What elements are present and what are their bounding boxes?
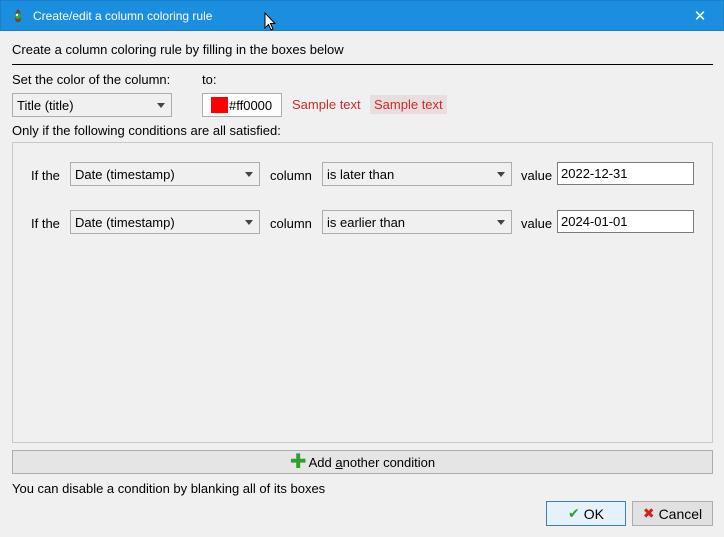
color-picker-button[interactable]: #ff0000	[202, 93, 282, 117]
condition-operator-select[interactable]: is later than	[322, 162, 512, 186]
disable-hint: You can disable a condition by blanking …	[12, 481, 326, 496]
sample-text-plain: Sample text	[292, 97, 361, 112]
to-label: to:	[202, 72, 217, 87]
plus-icon: ✚	[289, 451, 307, 473]
window-title: Create/edit a column coloring rule	[33, 8, 213, 23]
ok-button[interactable]: ✔ OK	[546, 501, 626, 526]
condition-operator-value: is later than	[327, 166, 395, 182]
color-swatch	[211, 97, 228, 113]
column-select[interactable]: Title (title)	[12, 93, 172, 117]
chevron-down-icon	[245, 220, 253, 225]
checkmark-icon: ✔	[568, 505, 580, 521]
condition-column-select[interactable]: Date (timestamp)	[70, 210, 260, 234]
sample-text-highlighted: Sample text	[370, 95, 447, 114]
column-select-value: Title (title)	[17, 97, 74, 113]
condition-value-input[interactable]: 2024-01-01	[557, 210, 694, 233]
dialog-heading: Create a column coloring rule by filling…	[12, 42, 344, 57]
conditions-label: Only if the following conditions are all…	[12, 123, 281, 138]
value-label: value	[521, 216, 553, 231]
condition-column-select[interactable]: Date (timestamp)	[70, 162, 260, 186]
chevron-down-icon	[497, 172, 505, 177]
condition-column-value: Date (timestamp)	[75, 166, 175, 182]
heading-divider	[12, 64, 713, 65]
value-label: value	[521, 168, 553, 183]
chevron-down-icon	[245, 172, 253, 177]
condition-operator-select[interactable]: is earlier than	[322, 210, 512, 234]
condition-column-value: Date (timestamp)	[75, 214, 175, 230]
title-bar: Create/edit a column coloring rule ✕	[0, 0, 724, 31]
conditions-panel: If the Date (timestamp) column is later …	[12, 142, 713, 443]
close-icon[interactable]: ✕	[677, 1, 723, 31]
dialog-body: Create a column coloring rule by filling…	[1, 31, 723, 536]
cancel-button[interactable]: ✖ Cancel	[632, 501, 713, 526]
column-label: column	[270, 168, 312, 183]
chevron-down-icon	[497, 220, 505, 225]
if-the-label: If the	[31, 168, 60, 183]
if-the-label: If the	[31, 216, 60, 231]
add-condition-label: Add another condition	[308, 454, 436, 470]
chevron-down-icon	[157, 103, 165, 108]
condition-operator-value: is earlier than	[327, 214, 406, 230]
cancel-label: Cancel	[658, 505, 703, 522]
x-icon: ✖	[642, 505, 655, 521]
set-color-label: Set the color of the column:	[12, 72, 171, 87]
column-label: column	[270, 216, 312, 231]
calibre-icon	[10, 8, 26, 24]
ok-label: OK	[583, 505, 604, 522]
color-hex-label: #ff0000	[229, 97, 273, 113]
add-condition-button[interactable]: ✚ Add another condition	[12, 450, 713, 474]
condition-value-input[interactable]: 2022-12-31	[557, 162, 694, 185]
mouse-cursor-icon	[264, 12, 277, 31]
